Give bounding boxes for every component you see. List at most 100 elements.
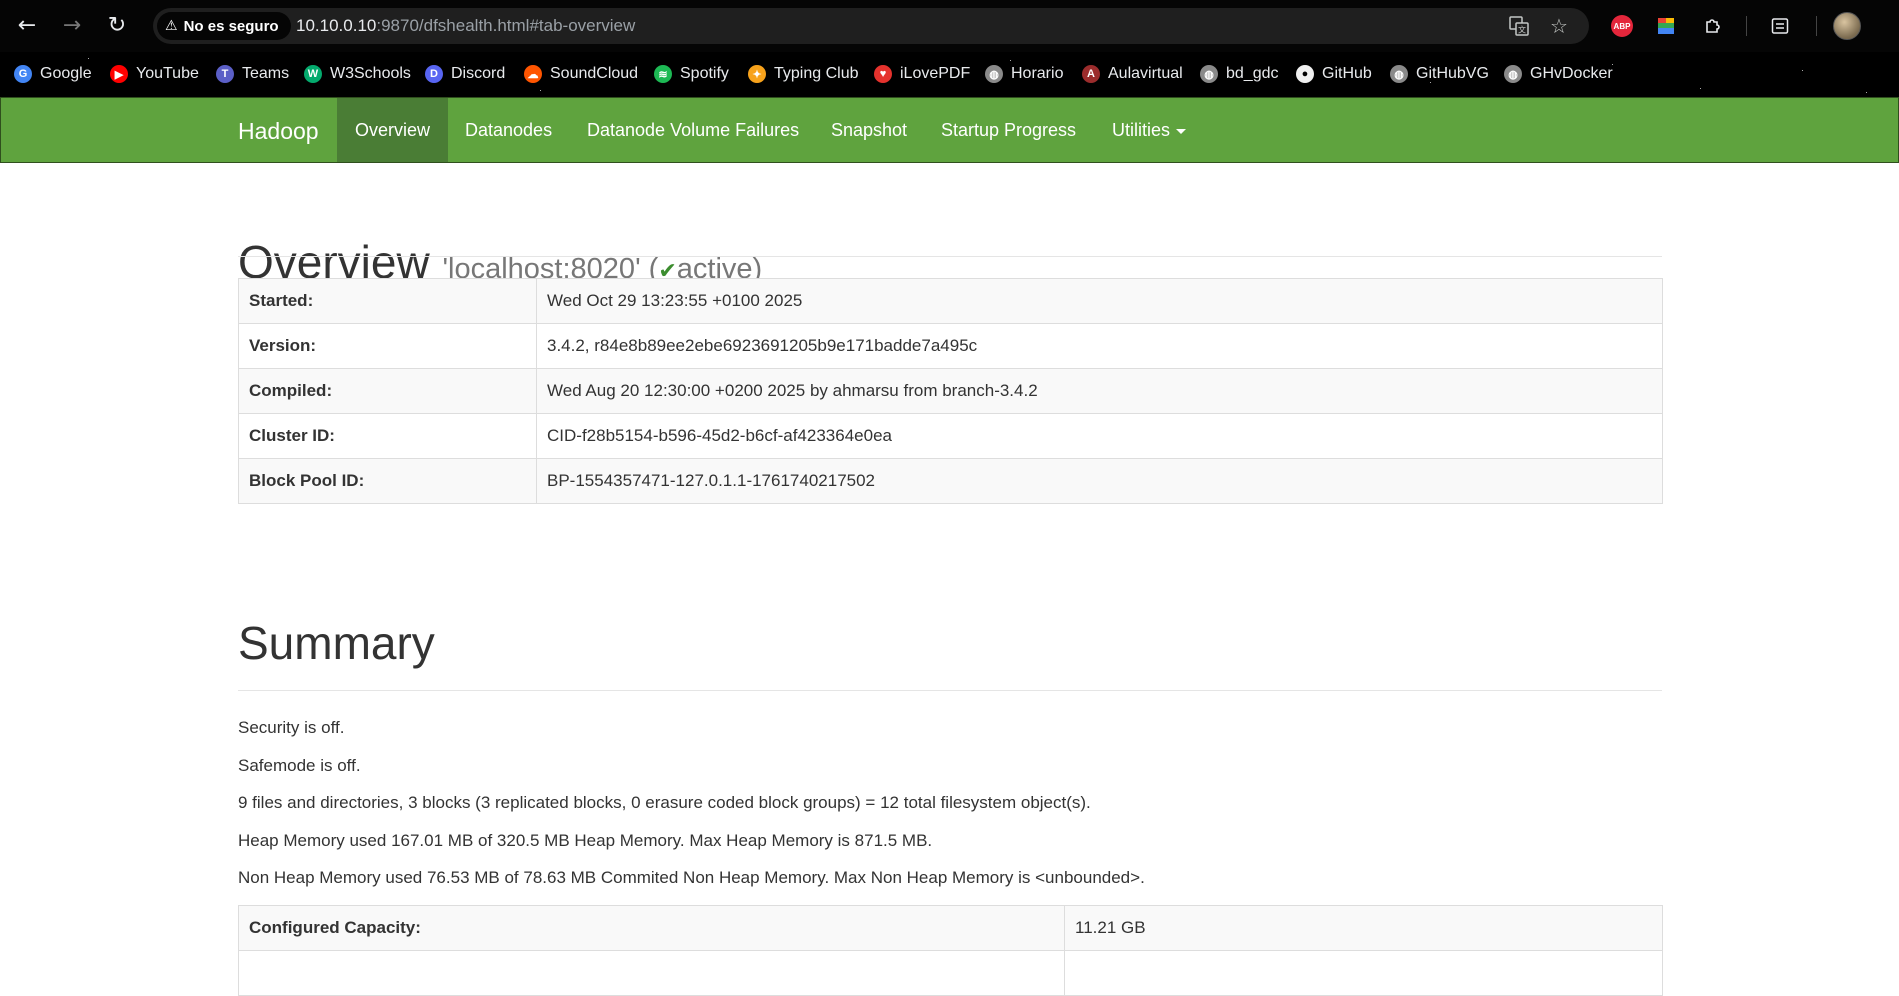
row-key: Compiled:	[238, 368, 537, 414]
bookmark-label: Discord	[451, 65, 506, 82]
bookmark-label: iLovePDF	[900, 65, 971, 82]
row-key: Version:	[238, 323, 537, 369]
nav-tab-overview[interactable]: Overview	[337, 98, 449, 162]
row-key: Started:	[238, 278, 537, 324]
nav-tab-datanode-volume-failures[interactable]: Datanode Volume Failures	[569, 98, 817, 162]
url-text[interactable]: 10.10.0.10:9870/dfshealth.html#tab-overv…	[296, 16, 635, 36]
nav-tab-label: Snapshot	[831, 119, 908, 140]
bookmark-bd-gdc[interactable]: ◍ bd_gdc	[1200, 62, 1279, 86]
bookmark-label: SoundCloud	[550, 65, 639, 82]
table-row: Compiled: Wed Aug 20 12:30:00 +0200 2025 …	[238, 368, 1663, 414]
table-row: Cluster ID: CID-f28b5154-b596-45d2-b6cf-a…	[238, 413, 1663, 459]
row-key: Configured Capacity:	[238, 905, 1065, 951]
bookmark-horario[interactable]: ◍ Horario	[985, 62, 1063, 86]
caret-down-icon	[1176, 128, 1187, 134]
bookmark-spotify[interactable]: ≋ Spotify	[654, 62, 729, 86]
bookmark-discord[interactable]: D Discord	[425, 62, 505, 86]
warning-triangle-icon: ⚠	[165, 18, 178, 34]
reload-icon[interactable]: ↻	[102, 12, 132, 40]
bookmark-label: GitHub	[1322, 65, 1372, 82]
row-value: Wed Oct 29 13:23:55 +0100 2025	[536, 278, 1663, 324]
row-value: CID-f28b5154-b596-45d2-b6cf-af423364e0ea	[536, 413, 1663, 459]
bookmark-teams[interactable]: T Teams	[216, 62, 289, 86]
nav-tab-label: Datanode Volume Failures	[587, 119, 800, 140]
table-row: Started: Wed Oct 29 13:23:55 +0100 2025	[238, 278, 1663, 324]
nav-tab-snapshot[interactable]: Snapshot	[813, 98, 925, 162]
divider	[238, 690, 1662, 691]
table-row: Configured Capacity: 11.21 GB	[238, 905, 1663, 951]
browser-toolbar: ← → ↻ ⚠ No es seguro 10.10.0.10:9870/dfs…	[0, 0, 1899, 52]
bookmark-label: Typing Club	[774, 65, 859, 82]
divider	[238, 256, 1662, 257]
bookmark-google[interactable]: G Google	[14, 62, 92, 86]
puzzle-icon[interactable]	[1699, 12, 1727, 40]
globe-icon: ◍	[1504, 65, 1522, 83]
summary-line: 9 files and directories, 3 blocks (3 rep…	[238, 793, 1091, 812]
row-key	[238, 950, 1065, 996]
color-extension-icon[interactable]	[1652, 12, 1680, 40]
row-value: 11.21 GB	[1064, 905, 1663, 951]
aulavirtual-icon: A	[1082, 65, 1100, 83]
bookmark-label: Spotify	[680, 65, 729, 82]
globe-icon: ◍	[985, 65, 1003, 83]
bookmark-youtube[interactable]: ▶ YouTube	[110, 62, 199, 86]
address-bar[interactable]: ⚠ No es seguro 10.10.0.10:9870/dfshealth…	[153, 8, 1589, 44]
profile-avatar[interactable]	[1833, 12, 1861, 40]
nav-tab-utilities[interactable]: Utilities	[1094, 98, 1204, 162]
github-icon: ●	[1296, 65, 1314, 83]
toolbar-separator	[1746, 16, 1747, 36]
bookmark-label: YouTube	[136, 65, 199, 82]
nav-tab-label: Datanodes	[465, 119, 553, 140]
bookmark-label: Aulavirtual	[1108, 65, 1183, 82]
bookmark-label: Google	[40, 65, 92, 82]
bookmark-label: GitHubVG	[1416, 65, 1489, 82]
nav-tab-startup-progress[interactable]: Startup Progress	[923, 98, 1094, 162]
back-arrow-icon[interactable]: ←	[12, 12, 42, 40]
summary-heading: Summary	[238, 617, 435, 669]
bookmark-label: Horario	[1011, 65, 1064, 82]
bookmark-aulavirtual[interactable]: A Aulavirtual	[1082, 62, 1183, 86]
soundcloud-icon: ☁	[524, 65, 542, 83]
summary-line: Security is off.	[238, 718, 345, 737]
bookmark-star-icon[interactable]: ☆	[1547, 14, 1571, 38]
row-value: BP-1554357471-127.0.1.1-1761740217502	[536, 458, 1663, 504]
bookmark-w3schools[interactable]: W W3Schools	[304, 62, 411, 86]
bookmarks-bar: G Google ▶ YouTube T Teams W W3Schools D Discord ☁…	[0, 52, 1899, 97]
globe-icon: ◍	[1200, 65, 1218, 83]
translate-icon[interactable]: 文	[1507, 14, 1531, 38]
bookmark-ilovepdf[interactable]: ♥ iLovePDF	[874, 62, 970, 86]
google-icon: G	[14, 65, 32, 83]
bookmark-githubvg[interactable]: ◍ GitHubVG	[1390, 62, 1489, 86]
row-key: Cluster ID:	[238, 413, 537, 459]
toolbar-separator	[1816, 16, 1817, 36]
row-value	[1064, 950, 1663, 996]
summary-line: Safemode is off.	[238, 756, 361, 775]
globe-icon: ◍	[1390, 65, 1408, 83]
bookmark-label: GHvDocker	[1530, 65, 1613, 82]
row-key: Block Pool ID:	[238, 458, 537, 504]
ilovepdf-icon: ♥	[874, 65, 892, 83]
bookmark-label: W3Schools	[330, 65, 411, 82]
nav-tab-datanodes[interactable]: Datanodes	[447, 98, 570, 162]
hadoop-navbar: Hadoop Overview Datanodes Datanode Volume …	[0, 97, 1899, 163]
forward-arrow-icon[interactable]: →	[57, 12, 87, 40]
bookmark-label: Teams	[242, 65, 290, 82]
security-indicator[interactable]: ⚠ No es seguro	[157, 12, 291, 40]
bookmark-soundcloud[interactable]: ☁ SoundCloud	[524, 62, 638, 86]
overview-table: Started: Wed Oct 29 13:23:55 +0100 2025 Ve…	[238, 278, 1663, 504]
svg-text:文: 文	[1518, 25, 1526, 35]
nav-tab-label: Utilities	[1112, 119, 1171, 140]
bookmark-ghvdocker[interactable]: ◍ GHvDocker	[1504, 62, 1613, 86]
adblock-icon[interactable]: ABP	[1608, 12, 1636, 40]
summary-line: Non Heap Memory used 76.53 MB of 78.63 M…	[238, 868, 1145, 887]
discord-icon: D	[425, 65, 443, 83]
w3schools-icon: W	[304, 65, 322, 83]
row-value: Wed Aug 20 12:30:00 +0200 2025 by ahmars…	[536, 368, 1663, 414]
table-row: Version: 3.4.2, r84e8b89ee2ebe6923691205b…	[238, 323, 1663, 369]
brand-link[interactable]: Hadoop	[238, 118, 319, 145]
bookmark-github[interactable]: ● GitHub	[1296, 62, 1372, 86]
table-row: Block Pool ID: BP-1554357471-127.0.1.1-17…	[238, 458, 1663, 504]
spotify-icon: ≋	[654, 65, 672, 83]
bookmark-typing-club[interactable]: ✦ Typing Club	[748, 62, 859, 86]
reading-list-icon[interactable]	[1766, 12, 1794, 40]
